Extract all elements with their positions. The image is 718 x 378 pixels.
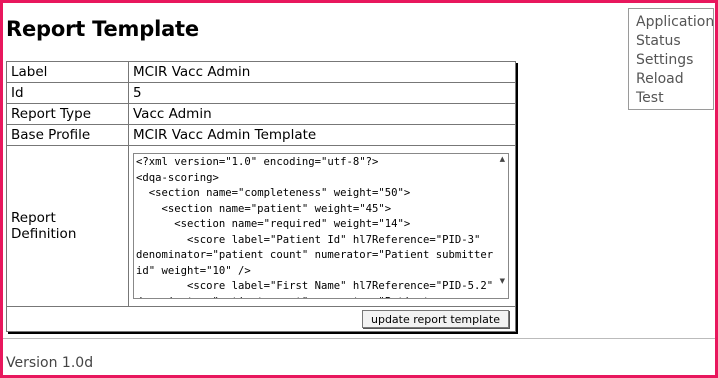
field-label: Label <box>6 61 129 83</box>
form-row-id: Id 5 <box>6 82 516 104</box>
form-row-report-type: Report Type Vacc Admin <box>6 103 516 125</box>
form-row-report-definition: Report Definition ▲ ▼ <box>6 145 516 307</box>
menu-item-status[interactable]: Status <box>636 32 713 51</box>
field-value: MCIR Vacc Admin <box>128 61 516 83</box>
scroll-up-icon[interactable]: ▲ <box>500 155 505 163</box>
menu-item-application[interactable]: Application <box>636 13 714 32</box>
actions-cell: update report template <box>6 306 516 332</box>
field-label: Report Definition <box>6 145 129 307</box>
report-template-form: Label MCIR Vacc Admin Id 5 Report Type V… <box>6 61 516 332</box>
footer-divider <box>3 338 715 339</box>
update-report-template-button[interactable]: update report template <box>361 310 509 328</box>
definition-wrapper: ▲ ▼ <box>133 153 509 299</box>
field-value: MCIR Vacc Admin Template <box>128 124 516 146</box>
version-label: Version 1.0d <box>6 355 94 371</box>
scroll-down-icon[interactable]: ▼ <box>500 277 505 285</box>
page-title: Report Template <box>6 17 199 41</box>
definition-cell: ▲ ▼ <box>128 145 516 307</box>
field-label: Report Type <box>6 103 129 125</box>
field-label: Id <box>6 82 129 104</box>
form-row-label: Label MCIR Vacc Admin <box>6 61 516 83</box>
form-row-base-profile: Base Profile MCIR Vacc Admin Template <box>6 124 516 146</box>
field-value: Vacc Admin <box>128 103 516 125</box>
menu-item-test[interactable]: Test <box>636 89 713 108</box>
form-row-actions: update report template <box>6 306 516 332</box>
menu-item-reload[interactable]: Reload <box>636 70 713 89</box>
side-menu: Application Status Settings Reload Test <box>628 8 714 110</box>
field-label: Base Profile <box>6 124 129 146</box>
report-definition-textarea[interactable] <box>133 153 509 299</box>
field-value: 5 <box>128 82 516 104</box>
menu-item-settings[interactable]: Settings <box>636 51 713 70</box>
